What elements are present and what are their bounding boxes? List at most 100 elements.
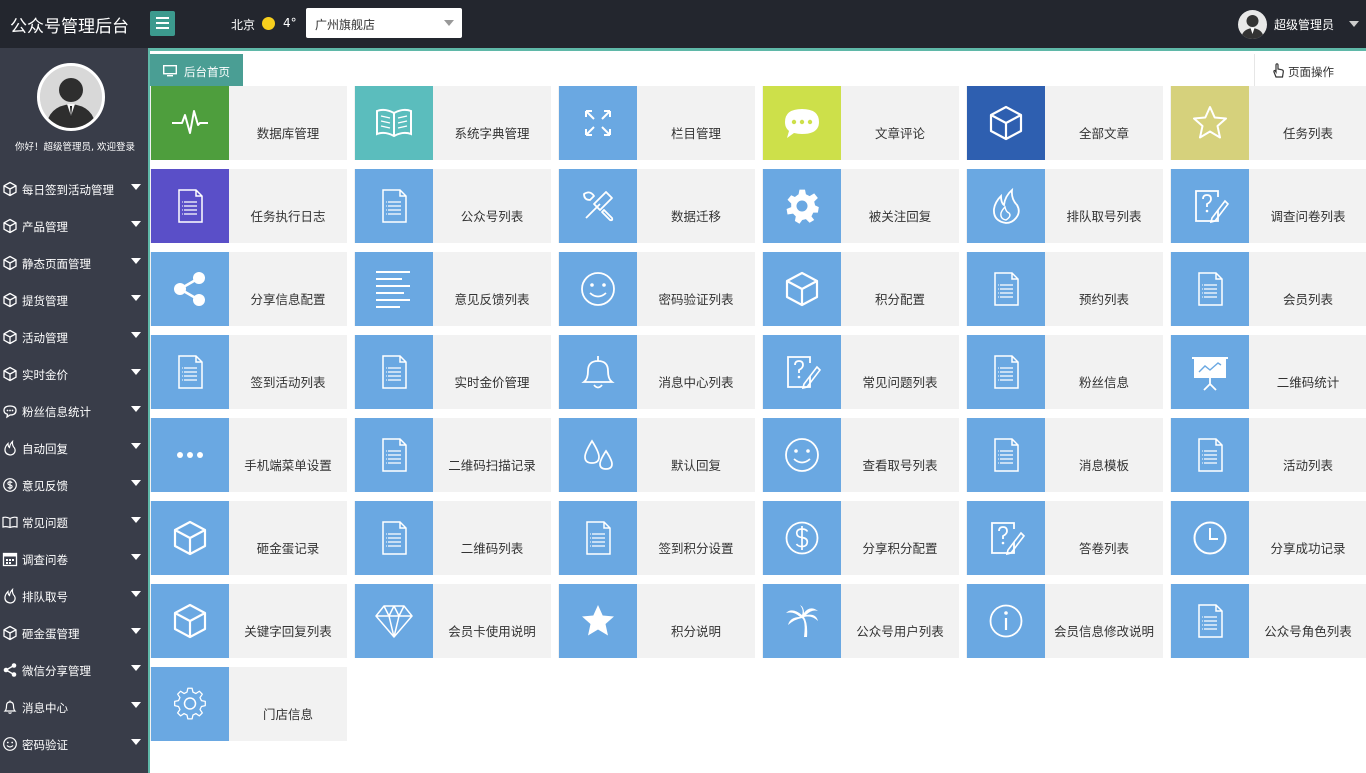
shortcut-tile[interactable]: 常见问题列表 xyxy=(762,335,959,409)
shortcut-tile[interactable]: 积分说明 xyxy=(558,584,755,658)
shortcut-tile[interactable]: 密码验证列表 xyxy=(558,252,755,326)
shortcut-tile[interactable]: 会员列表 xyxy=(1170,252,1366,326)
shortcut-tile[interactable]: 实时金价管理 xyxy=(354,335,551,409)
shortcut-tile[interactable]: 数据迁移 xyxy=(558,169,755,243)
tile-icon-box xyxy=(151,418,229,492)
shortcut-tile[interactable]: 栏目管理 xyxy=(558,86,755,160)
shortcut-tile[interactable]: 文章评论 xyxy=(762,86,959,160)
sidebar-item[interactable]: 自动回复 xyxy=(0,429,150,466)
shortcut-tile[interactable]: 任务执行日志 xyxy=(150,169,347,243)
shortcut-tile[interactable]: 会员卡使用说明 xyxy=(354,584,551,658)
shortcut-tile[interactable]: 二维码扫描记录 xyxy=(354,418,551,492)
sidebar-item-label: 常见问题 xyxy=(22,516,68,530)
shortcut-tile[interactable]: 二维码统计 xyxy=(1170,335,1366,409)
sidebar-item[interactable]: 产品管理 xyxy=(0,207,150,244)
store-select[interactable]: 广州旗舰店 xyxy=(306,8,462,38)
shortcut-tile[interactable]: 系统字典管理 xyxy=(354,86,551,160)
chevron-down-icon xyxy=(131,480,141,486)
shortcut-tile[interactable]: 分享信息配置 xyxy=(150,252,347,326)
sidebar-item-label: 静态页面管理 xyxy=(22,257,91,271)
tile-label: 预约列表 xyxy=(1078,292,1129,307)
tile-icon-box xyxy=(967,169,1045,243)
expand-icon xyxy=(585,110,611,136)
shortcut-tile[interactable]: 公众号角色列表 xyxy=(1170,584,1366,658)
shortcut-tile[interactable]: 砸金蛋记录 xyxy=(150,501,347,575)
shortcut-tile[interactable]: 二维码列表 xyxy=(354,501,551,575)
shortcut-tile[interactable]: 全部文章 xyxy=(966,86,1163,160)
user-menu[interactable]: 超级管理员 xyxy=(1226,0,1366,48)
shortcut-tile[interactable]: 数据库管理 xyxy=(150,86,347,160)
sidebar-item-label: 调查问卷 xyxy=(22,553,68,567)
user-name: 超级管理员 xyxy=(1274,18,1335,32)
tile-icon-box xyxy=(355,252,433,326)
shortcut-grid: 数据库管理 系统字典管理 栏目管理 文章评论 全部文章 任务列表任务执行日志 公众号列表 数据… xyxy=(150,86,1366,773)
shortcut-tile[interactable]: 公众号列表 xyxy=(354,169,551,243)
weather-temperature: 4° xyxy=(283,16,297,30)
shortcut-tile[interactable]: 查看取号列表 xyxy=(762,418,959,492)
cube-icon xyxy=(3,292,17,308)
shortcut-tile[interactable]: 活动列表 xyxy=(1170,418,1366,492)
sun-icon xyxy=(262,17,275,30)
tile-icon-box xyxy=(763,584,841,658)
shortcut-tile[interactable]: 积分配置 xyxy=(762,252,959,326)
sidebar-item[interactable]: 活动管理 xyxy=(0,318,150,355)
shortcut-tile[interactable]: 分享成功记录 xyxy=(1170,501,1366,575)
sidebar-item[interactable]: 意见反馈 xyxy=(0,466,150,503)
sidebar-item[interactable]: 粉丝信息统计 xyxy=(0,392,150,429)
shortcut-tile[interactable]: 签到积分设置 xyxy=(558,501,755,575)
shortcut-tile[interactable]: 签到活动列表 xyxy=(150,335,347,409)
tile-icon-box xyxy=(1171,418,1249,492)
sidebar-item[interactable]: 排队取号 xyxy=(0,577,150,614)
sidebar-item[interactable]: 消息中心 xyxy=(0,688,150,725)
shortcut-tile[interactable]: 调查问卷列表 xyxy=(1170,169,1366,243)
tile-label: 调查问卷列表 xyxy=(1270,209,1346,224)
lines-icon xyxy=(376,271,410,308)
tile-label: 门店信息 xyxy=(262,707,313,722)
sidebar-item-label: 提货管理 xyxy=(22,294,68,308)
shortcut-tile[interactable]: 分享积分配置 xyxy=(762,501,959,575)
tile-label: 任务执行日志 xyxy=(250,209,326,224)
shortcut-tile[interactable]: 粉丝信息 xyxy=(966,335,1163,409)
cube-icon xyxy=(3,366,17,382)
book-icon xyxy=(376,108,412,138)
shortcut-tile[interactable]: 任务列表 xyxy=(1170,86,1366,160)
shortcut-tile[interactable]: 公众号用户列表 xyxy=(762,584,959,658)
shortcut-tile[interactable]: 被关注回复 xyxy=(762,169,959,243)
page-operations-button[interactable]: 页面操作 xyxy=(1254,54,1366,86)
sidebar-item[interactable]: 微信分享管理 xyxy=(0,651,150,688)
tile-label: 排队取号列表 xyxy=(1066,209,1142,224)
shortcut-tile[interactable]: 消息中心列表 xyxy=(558,335,755,409)
shortcut-tile[interactable]: 手机端菜单设置 xyxy=(150,418,347,492)
tile-icon-box xyxy=(1171,584,1249,658)
shortcut-tile[interactable]: 关键字回复列表 xyxy=(150,584,347,658)
gear-solid-icon xyxy=(786,189,819,224)
shortcut-tile[interactable]: 门店信息 xyxy=(150,667,347,741)
shortcut-tile[interactable]: 消息模板 xyxy=(966,418,1163,492)
shortcut-tile[interactable]: 默认回复 xyxy=(558,418,755,492)
sidebar-item[interactable]: 密码验证 xyxy=(0,725,150,762)
page-operations-label: 页面操作 xyxy=(1288,65,1334,79)
sidebar-item[interactable]: 常见问题 xyxy=(0,503,150,540)
sidebar-item[interactable]: 实时金价 xyxy=(0,355,150,392)
sidebar-item[interactable]: 砸金蛋管理 xyxy=(0,614,150,651)
shortcut-tile[interactable]: 意见反馈列表 xyxy=(354,252,551,326)
tile-icon-box xyxy=(1171,169,1249,243)
cube-icon xyxy=(785,271,819,307)
tile-icon-box xyxy=(151,169,229,243)
sidebar-item[interactable]: 静态页面管理 xyxy=(0,244,150,281)
sidebar-item[interactable]: 调查问卷 xyxy=(0,540,150,577)
chevron-down-icon xyxy=(131,591,141,597)
tile-icon-box xyxy=(355,335,433,409)
tile-label: 文章评论 xyxy=(874,126,925,141)
shortcut-tile[interactable]: 会员信息修改说明 xyxy=(966,584,1163,658)
sidebar-item[interactable]: 提货管理 xyxy=(0,281,150,318)
tile-label: 二维码统计 xyxy=(1276,375,1340,390)
menu-toggle-button[interactable] xyxy=(150,11,175,36)
shortcut-tile[interactable]: 预约列表 xyxy=(966,252,1163,326)
shortcut-tile[interactable]: 排队取号列表 xyxy=(966,169,1163,243)
sidebar-item[interactable]: 每日签到活动管理 xyxy=(0,170,150,207)
tile-icon-box xyxy=(559,584,637,658)
shortcut-tile[interactable]: 答卷列表 xyxy=(966,501,1163,575)
tile-label: 默认回复 xyxy=(670,458,721,473)
tab-home[interactable]: 后台首页 xyxy=(150,54,243,86)
